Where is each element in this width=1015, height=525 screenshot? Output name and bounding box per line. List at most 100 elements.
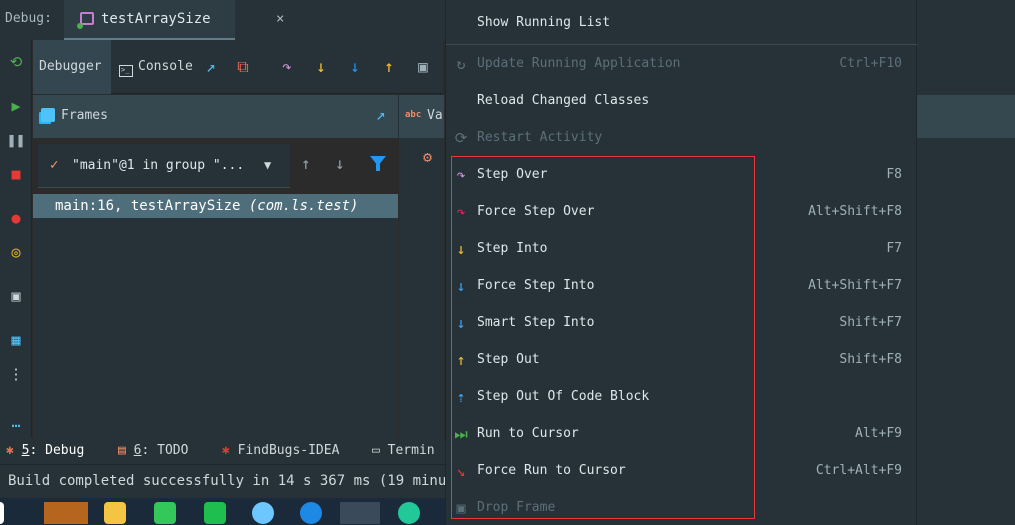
filter-icon[interactable]: [370, 156, 386, 171]
os-taskbar: [0, 498, 445, 525]
thread-selector-row: ✓ "main"@1 in group "... ▼ ↑ ↓: [33, 138, 398, 194]
start-icon[interactable]: [0, 502, 4, 524]
step-into-toolbar-icon[interactable]: ↓: [311, 57, 331, 77]
tab-console-label: Console: [138, 59, 193, 74]
iqiyi-icon[interactable]: [204, 502, 226, 524]
view-breakpoints-icon[interactable]: ●: [6, 208, 26, 228]
bug-icon: ✱: [6, 443, 14, 458]
check-icon: ✓: [50, 157, 59, 173]
rerun-icon[interactable]: ⟲: [6, 52, 26, 72]
evaluate-expression-icon[interactable]: ▣: [413, 57, 433, 77]
run-menu-popup: Show Running List ↻ Update Running Appli…: [445, 0, 918, 525]
intellij-icon[interactable]: [340, 502, 380, 524]
restore-layout-icon[interactable]: ↗: [201, 57, 221, 77]
menu-item-step-out[interactable]: ↑ Step Out Shift+F8: [446, 342, 918, 379]
debug-actions-toolbar: ⟲ ▶ ❚❚ ■ ● ◎ ▣ ▦ ⋮ …: [0, 40, 32, 438]
menu-item-step-into[interactable]: ↓ Step Into F7: [446, 231, 918, 268]
force-run-to-cursor-icon: ↘: [456, 462, 466, 480]
editor-area-bottom: [917, 138, 1015, 525]
todo-icon: ▤: [118, 443, 126, 458]
frame-location: main:16, testArraySize: [55, 198, 241, 214]
tab-testArraySize[interactable]: testArraySize ×: [64, 0, 284, 40]
debug-label: Debug:: [5, 11, 52, 26]
menu-item-drop-frame: ▣ Drop Frame: [446, 490, 918, 525]
frames-list: main:16, testArraySize (com.ls.test): [33, 194, 398, 438]
stop-icon[interactable]: ■: [6, 164, 26, 184]
resume-icon[interactable]: ▶: [6, 96, 26, 116]
findbugs-icon: ✱: [222, 443, 230, 458]
app-icon[interactable]: [252, 502, 274, 524]
camera-icon[interactable]: ▣: [6, 286, 26, 306]
step-over-toolbar-icon[interactable]: ↷: [277, 57, 297, 77]
thread-name: "main"@1 in group "...: [72, 158, 245, 173]
ellipsis-icon[interactable]: …: [6, 412, 26, 432]
variables-panel-header: abc Va: [398, 95, 444, 138]
menu-item-force-step-into[interactable]: ↓ Force Step Into Alt+Shift+F7: [446, 268, 918, 305]
menu-item-force-run-to-cursor[interactable]: ↘ Force Run to Cursor Ctrl+Alt+F9: [446, 453, 918, 490]
force-step-into-toolbar-icon[interactable]: ↓: [345, 57, 365, 77]
variables-panel: ⚙: [399, 138, 444, 438]
tab-findbugs[interactable]: ✱ FindBugs-IDEA: [222, 443, 339, 458]
send-icon[interactable]: [398, 502, 420, 524]
folder-icon[interactable]: [104, 502, 126, 524]
run-config-icon: [77, 12, 94, 29]
qq-icon[interactable]: [44, 502, 88, 524]
list-item[interactable]: main:16, testArraySize (com.ls.test): [33, 194, 398, 218]
frames-panel-header: Frames ↗: [33, 95, 398, 138]
menu-item-show-running-list[interactable]: Show Running List: [446, 5, 918, 42]
update-icon: ↻: [456, 55, 466, 73]
wechat-icon[interactable]: [154, 502, 176, 524]
previous-frame-icon[interactable]: ↑: [301, 154, 311, 173]
frame-package: (com.ls.test): [248, 198, 359, 214]
tab-debugger-label: Debugger: [39, 59, 102, 74]
settings-icon[interactable]: ⚙: [423, 148, 432, 166]
thread-dropdown[interactable]: ✓ "main"@1 in group "... ▼: [38, 144, 290, 188]
drop-frame-icon: ▣: [456, 499, 466, 517]
variables-title: Va: [427, 108, 443, 123]
frames-icon: [41, 108, 55, 122]
menu-separator: [446, 44, 918, 45]
status-text: Build completed successfully in 14 s 367…: [8, 473, 472, 489]
next-frame-icon[interactable]: ↓: [335, 154, 345, 173]
session-tab-title: testArraySize: [101, 11, 211, 27]
force-step-over-icon: ↷: [456, 203, 466, 221]
run-to-cursor-icon: ⏭: [454, 425, 468, 443]
debugger-tabs-bar: Debugger >_ Console ↗ ⧉ ↷ ↓ ↓ ↑ ▣: [33, 40, 443, 94]
close-icon[interactable]: ×: [276, 11, 284, 27]
browser-icon[interactable]: [300, 502, 322, 524]
more-vertical-icon[interactable]: ⋮: [6, 364, 26, 384]
mute-breakpoints-icon[interactable]: ◎: [6, 242, 26, 262]
menu-item-step-over[interactable]: ↷ Step Over F8: [446, 157, 918, 194]
menu-item-step-out-of-code-block[interactable]: ⇡ Step Out Of Code Block: [446, 379, 918, 416]
terminal-icon: ▭: [372, 443, 380, 458]
layout-icon[interactable]: ▦: [6, 330, 26, 350]
variables-abc-icon: abc: [405, 110, 422, 120]
show-execution-point-icon[interactable]: ⧉: [233, 57, 253, 77]
tab-debugger[interactable]: Debugger: [33, 40, 111, 94]
step-out-icon: ↑: [456, 351, 466, 369]
step-into-icon: ↓: [456, 240, 466, 258]
menu-item-update-running-application: ↻ Update Running Application Ctrl+F10: [446, 46, 918, 83]
status-bar: Build completed successfully in 14 s 367…: [0, 464, 472, 498]
step-out-code-block-icon: ⇡: [456, 388, 466, 406]
frames-restore-icon[interactable]: ↗: [376, 105, 386, 124]
tool-window-tabs: ✱ 5: Debug ▤ 6: TODO ✱ FindBugs-IDEA ▭ T…: [0, 438, 445, 464]
force-step-into-icon: ↓: [456, 277, 466, 295]
menu-item-run-to-cursor[interactable]: ⏭ Run to Cursor Alt+F9: [446, 416, 918, 453]
pause-icon[interactable]: ❚❚: [6, 130, 26, 150]
tab-debug[interactable]: ✱ 5: Debug: [6, 443, 84, 458]
chevron-down-icon[interactable]: ▼: [264, 158, 271, 172]
menu-item-reload-changed-classes[interactable]: Reload Changed Classes: [446, 83, 918, 120]
step-out-toolbar-icon[interactable]: ↑: [379, 57, 399, 77]
console-icon: >_: [119, 65, 133, 77]
frames-title: Frames: [61, 108, 108, 123]
variables-header-extension: [917, 95, 1015, 138]
restart-activity-icon: ⟳: [454, 129, 468, 147]
menu-item-force-step-over[interactable]: ↷ Force Step Over Alt+Shift+F8: [446, 194, 918, 231]
menu-item-smart-step-into[interactable]: ↓ Smart Step Into Shift+F7: [446, 305, 918, 342]
editor-area-top: [917, 0, 1015, 95]
tab-todo[interactable]: ▤ 6: TODO: [118, 443, 188, 458]
menu-item-restart-activity: ⟳ Restart Activity: [446, 120, 918, 157]
tab-terminal[interactable]: ▭ Termin: [372, 443, 435, 458]
smart-step-into-icon: ↓: [456, 314, 466, 332]
